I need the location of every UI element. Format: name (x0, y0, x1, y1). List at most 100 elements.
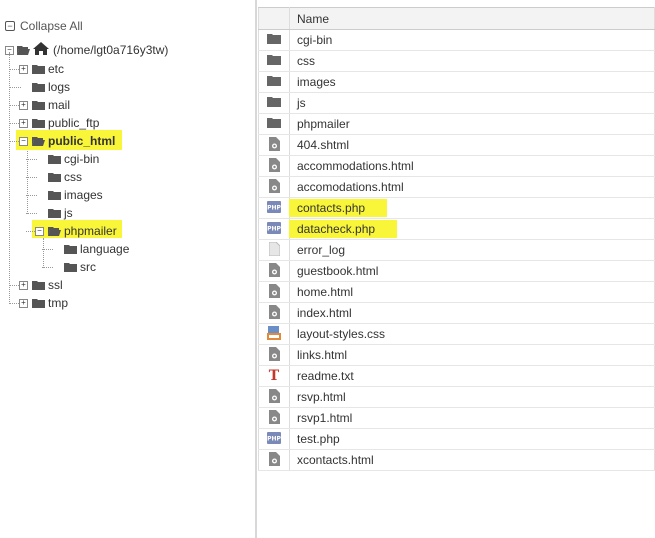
file-name-cell[interactable]: links.html (289, 344, 655, 366)
file-name-cell[interactable]: contacts.php (289, 197, 655, 219)
panel-divider[interactable] (255, 0, 257, 538)
folder-icon (267, 117, 281, 131)
file-row[interactable]: css (258, 50, 655, 72)
html-file-icon (268, 178, 280, 196)
file-name-cell[interactable]: error_log (289, 239, 655, 261)
home-icon (33, 42, 49, 58)
file-name-cell[interactable]: cgi-bin (289, 29, 655, 51)
file-row[interactable]: home.html (258, 281, 655, 303)
tree-item-mail[interactable]: mail (32, 97, 70, 113)
tree-item-public-ftp[interactable]: public_ftp (32, 115, 99, 131)
svg-text:PHP: PHP (267, 225, 281, 232)
expand-toggle-icon[interactable]: + (19, 65, 28, 74)
file-row[interactable]: accommodations.html (258, 155, 655, 177)
file-row[interactable]: js (258, 92, 655, 114)
tree-item-cgi-bin[interactable]: cgi-bin (48, 151, 99, 167)
file-row[interactable]: layout-styles.css (258, 323, 655, 345)
file-name: contacts.php (289, 199, 388, 217)
file-name-cell[interactable]: home.html (289, 281, 655, 303)
tree-item-label: js (64, 206, 73, 220)
collapse-all-label: Collapse All (20, 19, 83, 33)
tree-item-images[interactable]: images (48, 187, 103, 203)
tree-item-etc[interactable]: etc (32, 61, 64, 77)
file-icon-cell (258, 449, 290, 471)
file-name: home.html (297, 285, 354, 299)
file-name: js (297, 96, 306, 110)
file-name: css (297, 54, 315, 68)
file-name-cell[interactable]: index.html (289, 302, 655, 324)
svg-text:PHP: PHP (267, 435, 281, 442)
file-name-cell[interactable]: 404.shtml (289, 134, 655, 156)
file-name-cell[interactable]: rsvp.html (289, 386, 655, 408)
file-icon-cell (258, 407, 290, 429)
file-row[interactable]: accomodations.html (258, 176, 655, 198)
tree-item-tmp[interactable]: tmp (32, 295, 68, 311)
file-name-cell[interactable]: js (289, 92, 655, 114)
tree-item-language[interactable]: language (64, 241, 129, 257)
file-name-cell[interactable]: accomodations.html (289, 176, 655, 198)
tree-item-label: cgi-bin (64, 152, 100, 166)
tree-item-src[interactable]: src (64, 259, 96, 275)
tree-item-css[interactable]: css (48, 169, 82, 185)
file-name-cell[interactable]: datacheck.php (289, 218, 655, 240)
tree-item-label: public_ftp (48, 116, 100, 130)
file-row[interactable]: links.html (258, 344, 655, 366)
file-name-cell[interactable]: layout-styles.css (289, 323, 655, 345)
folder-icon (267, 54, 281, 68)
expand-toggle-icon[interactable]: + (19, 299, 28, 308)
file-name-cell[interactable]: guestbook.html (289, 260, 655, 282)
file-row[interactable]: PHP contacts.php (258, 197, 655, 219)
file-icon-cell (258, 281, 290, 303)
folder-icon (64, 244, 77, 254)
file-name: accomodations.html (297, 180, 404, 194)
tree-item-ssl[interactable]: ssl (32, 277, 63, 293)
file-row[interactable]: Treadme.txt (258, 365, 655, 387)
expand-toggle-icon[interactable]: + (19, 101, 28, 110)
file-row[interactable]: PHP test.php (258, 428, 655, 450)
file-row[interactable]: guestbook.html (258, 260, 655, 282)
file-row[interactable]: images (258, 71, 655, 93)
file-icon-cell: PHP (258, 218, 290, 240)
tree-root[interactable]: − (/home/lgt0a716y3tw) (5, 42, 168, 58)
file-row[interactable]: cgi-bin (258, 29, 655, 51)
file-row[interactable]: rsvp1.html (258, 407, 655, 429)
file-name-cell[interactable]: phpmailer (289, 113, 655, 135)
folder-icon (48, 190, 61, 200)
file-name-cell[interactable]: accommodations.html (289, 155, 655, 177)
file-name-cell[interactable]: rsvp1.html (289, 407, 655, 429)
html-file-icon (268, 451, 280, 469)
file-row[interactable]: PHP datacheck.php (258, 218, 655, 240)
folder-icon (48, 208, 61, 218)
collapse-all-button[interactable]: − Collapse All (5, 19, 83, 33)
file-name-cell[interactable]: css (289, 50, 655, 72)
file-name-cell[interactable]: readme.txt (289, 365, 655, 387)
tree-item-label: images (64, 188, 103, 202)
file-row[interactable]: rsvp.html (258, 386, 655, 408)
name-column-header[interactable]: Name (289, 7, 655, 30)
file-row[interactable]: index.html (258, 302, 655, 324)
tree-item-public-html[interactable]: public_html (32, 133, 115, 149)
file-name-cell[interactable]: xcontacts.html (289, 449, 655, 471)
expand-toggle-icon[interactable]: + (19, 281, 28, 290)
file-row[interactable]: phpmailer (258, 113, 655, 135)
expand-toggle-icon[interactable]: + (19, 119, 28, 128)
file-row[interactable]: xcontacts.html (258, 449, 655, 471)
file-name-cell[interactable]: images (289, 71, 655, 93)
file-row[interactable]: 404.shtml (258, 134, 655, 156)
file-name: rsvp1.html (297, 411, 353, 425)
file-name: xcontacts.html (297, 453, 374, 467)
collapse-toggle-icon[interactable]: − (19, 137, 28, 146)
tree-item-label: etc (48, 62, 65, 76)
collapse-toggle-icon[interactable]: − (35, 227, 44, 236)
open-folder-icon (17, 45, 30, 55)
file-name: links.html (297, 348, 348, 362)
tree-item-logs[interactable]: logs (32, 79, 70, 95)
file-row[interactable]: error_log (258, 239, 655, 261)
file-name: phpmailer (297, 117, 350, 131)
file-name-cell[interactable]: test.php (289, 428, 655, 450)
html-file-icon (268, 304, 280, 322)
tree-item-phpmailer[interactable]: phpmailer (48, 223, 117, 239)
tree-item-js[interactable]: js (48, 205, 73, 221)
file-table: Name cgi-bin css images js phpmailer 404.shtm… (258, 7, 655, 471)
tree-item-label: public_html (48, 134, 116, 148)
